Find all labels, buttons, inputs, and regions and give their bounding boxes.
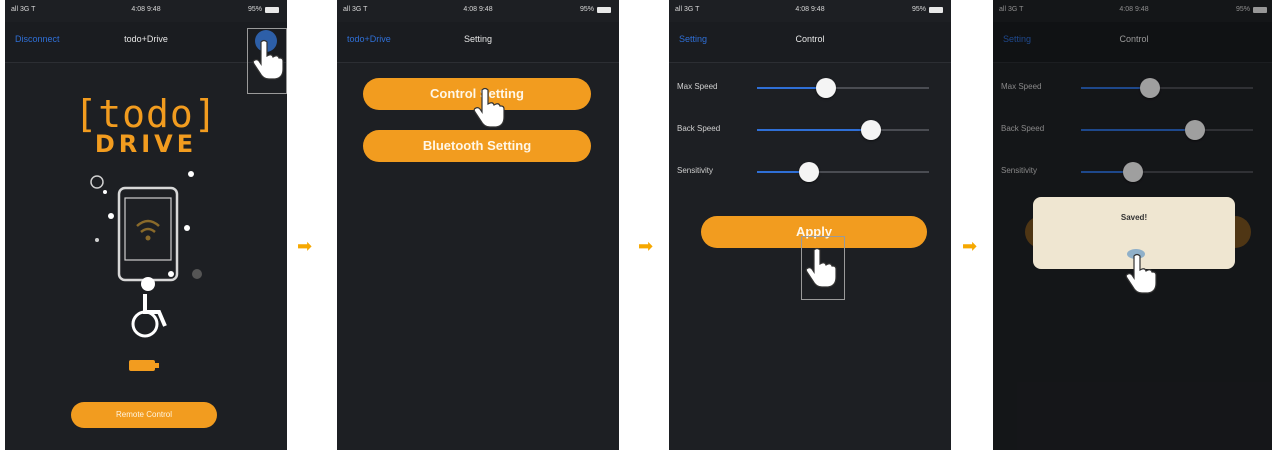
status-battery-text: 95% xyxy=(911,6,926,13)
wheelchair-phone-illustration xyxy=(90,171,202,371)
nav-title: Setting xyxy=(463,34,493,44)
status-battery-text: 95% xyxy=(579,6,594,13)
nav-bar: Disconnect todo+Drive xyxy=(5,22,287,63)
pointer-hand-icon xyxy=(473,87,505,128)
status-bar: all 3G T 4:08 9:48 95% xyxy=(5,6,287,18)
arrow-right-icon: ➡ xyxy=(297,236,313,256)
slider-thumb[interactable] xyxy=(815,78,836,98)
status-carrier: all 3G T xyxy=(343,6,368,13)
nav-title: Control xyxy=(795,34,825,44)
back-speed-slider[interactable] xyxy=(757,120,929,140)
nav-title: todo+Drive xyxy=(124,34,168,44)
remote-control-button[interactable]: Remote Control xyxy=(71,402,217,428)
home-screen: all 3G T 4:08 9:48 95% Disconnect todo+D… xyxy=(5,0,287,450)
arrow-right-icon: ➡ xyxy=(638,236,654,256)
alert-title: Saved! xyxy=(1120,213,1148,222)
pointer-hand-icon xyxy=(252,39,284,80)
bluetooth-setting-button[interactable]: Bluetooth Setting xyxy=(363,130,591,162)
control-screen: all 3G T 4:08 9:48 95% Setting Control M… xyxy=(669,0,951,450)
status-time: 4:08 9:48 xyxy=(463,6,493,13)
setting-screen: all 3G T 4:08 9:48 95% todo+Drive Settin… xyxy=(337,0,619,450)
max-speed-row: Max Speed xyxy=(669,78,951,98)
status-battery-text: 95% xyxy=(247,6,262,13)
todo-drive-logo: [todo] DRIVE xyxy=(5,92,287,158)
pointer-hand-icon xyxy=(805,247,837,288)
battery-icon xyxy=(265,6,279,13)
nav-bar: todo+Drive Setting xyxy=(337,22,619,63)
nav-bar: Setting Control xyxy=(669,22,951,63)
status-time: 4:08 9:48 xyxy=(131,6,161,13)
slider-label: Back Speed xyxy=(677,124,721,133)
status-bar: all 3G T 4:08 9:48 95% xyxy=(669,6,951,18)
battery-icon xyxy=(597,6,611,13)
sensitivity-row: Sensitivity xyxy=(669,162,951,182)
status-bar: all 3G T 4:08 9:48 95% xyxy=(337,6,619,18)
max-speed-slider[interactable] xyxy=(757,78,929,98)
slider-thumb[interactable] xyxy=(798,162,819,182)
pointer-hand-icon xyxy=(1125,253,1157,294)
arrow-right-icon: ➡ xyxy=(962,236,978,256)
logo-drive: DRIVE xyxy=(94,130,198,158)
back-speed-row: Back Speed xyxy=(669,120,951,140)
slider-thumb[interactable] xyxy=(860,120,881,140)
battery-icon xyxy=(929,6,943,13)
control-saved-screen: all 3G T 4:08 9:48 95% Setting Control M… xyxy=(993,0,1272,450)
status-carrier: all 3G T xyxy=(675,6,700,13)
status-carrier: all 3G T xyxy=(11,6,36,13)
slider-label: Sensitivity xyxy=(677,166,714,175)
status-time: 4:08 9:48 xyxy=(795,6,825,13)
sensitivity-slider[interactable] xyxy=(757,162,929,182)
slider-label: Max Speed xyxy=(677,82,718,91)
